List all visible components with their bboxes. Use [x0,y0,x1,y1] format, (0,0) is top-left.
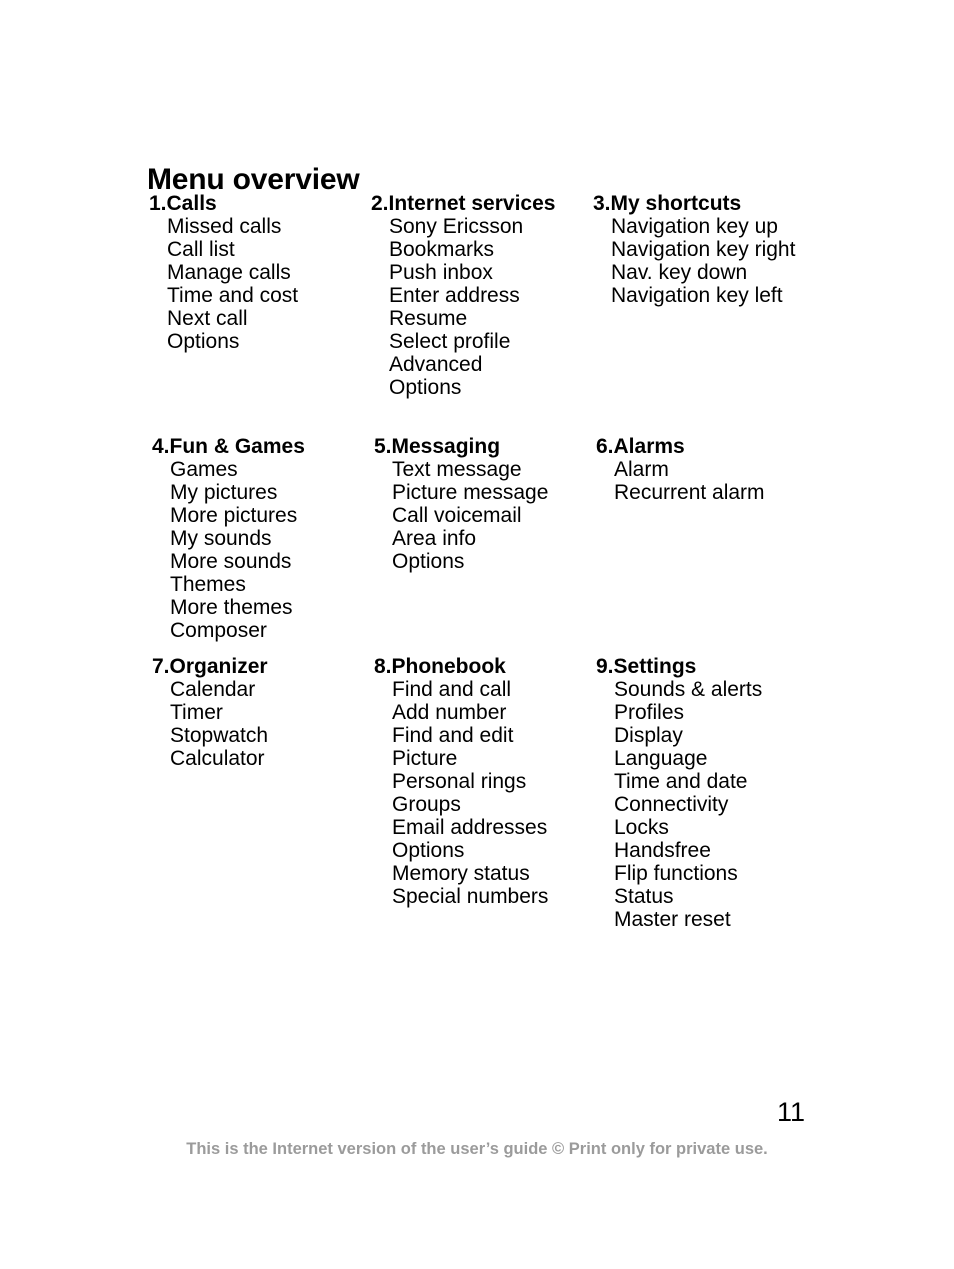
menu-item: Missed calls [167,215,282,238]
menu-item: Time and date [614,770,748,793]
menu-item-list: Find and call Add number Find and edit P… [374,678,589,908]
menu-heading: 7.Organizer [152,655,268,678]
menu-item: More pictures [170,504,298,527]
menu-item: Find and edit [392,724,514,747]
menu-item: Sony Ericsson [389,215,524,238]
menu-item-list: Sounds & alerts Profiles Display Languag… [596,678,886,931]
menu-item: Options [392,839,465,862]
menu-heading: 5.Messaging [374,435,501,458]
menu-item-list: Sony Ericsson Bookmarks Push inbox Enter… [371,215,586,399]
menu-item: More themes [170,596,293,619]
menu-item: Language [614,747,708,770]
menu-item: Navigation key right [611,238,796,261]
menu-column-phonebook: 8.Phonebook Find and call Add number Fin… [374,655,589,908]
menu-item: Navigation key left [611,284,783,307]
menu-item-list: Navigation key up Navigation key right N… [593,215,883,307]
menu-item: Add number [392,701,507,724]
menu-item: Alarm [614,458,669,481]
menu-column-alarms: 6.Alarms Alarm Recurrent alarm [596,435,886,504]
footer-note: This is the Internet version of the user… [186,1140,768,1158]
menu-item: Themes [170,573,246,596]
menu-row: 4.Fun & Games Games My pictures More pic… [0,435,954,655]
menu-item: Options [389,376,462,399]
menu-item: Area info [392,527,477,550]
menu-item: Memory status [392,862,530,885]
menu-item: Next call [167,307,248,330]
menu-heading: 6.Alarms [596,435,685,458]
menu-item: Calendar [170,678,256,701]
menu-column-organizer: 7.Organizer Calendar Timer Stopwatch Cal… [152,655,367,770]
menu-item: Master reset [614,908,731,931]
menu-item: Options [167,330,240,353]
menu-item: Connectivity [614,793,729,816]
menu-heading: 8.Phonebook [374,655,506,678]
menu-item: Text message [392,458,522,481]
page-number: 11 [776,1097,805,1127]
menu-item: Push inbox [389,261,493,284]
menu-item-list: Text message Picture message Call voicem… [374,458,589,573]
menu-item: Advanced [389,353,483,376]
menu-heading: 9.Settings [596,655,697,678]
menu-item: Resume [389,307,468,330]
menu-item-list: Missed calls Call list Manage calls Time… [149,215,364,353]
menu-item: Personal rings [392,770,527,793]
menu-item: Recurrent alarm [614,481,765,504]
menu-heading: 4.Fun & Games [152,435,305,458]
menu-item: More sounds [170,550,292,573]
menu-item: Flip functions [614,862,738,885]
menu-item: Email addresses [392,816,548,839]
menu-column-settings: 9.Settings Sounds & alerts Profiles Disp… [596,655,886,931]
menu-item: Navigation key up [611,215,778,238]
menu-item: Status [614,885,674,908]
menu-column-fun-and-games: 4.Fun & Games Games My pictures More pic… [152,435,367,642]
menu-column-messaging: 5.Messaging Text message Picture message… [374,435,589,573]
menu-row: 1.Calls Missed calls Call list Manage ca… [0,192,954,435]
menu-item: My sounds [170,527,272,550]
menu-item: Sounds & alerts [614,678,763,701]
menu-item-list: Games My pictures More pictures My sound… [152,458,367,642]
menu-item-list: Alarm Recurrent alarm [596,458,886,504]
menu-item: Calculator [170,747,265,770]
menu-item: Groups [392,793,461,816]
menu-item-list: Calendar Timer Stopwatch Calculator [152,678,367,770]
menu-item: Special numbers [392,885,549,908]
menu-item: Locks [614,816,669,839]
menu-item: Find and call [392,678,512,701]
menu-column-my-shortcuts: 3.My shortcuts Navigation key up Navigat… [593,192,883,307]
menu-item: Manage calls [167,261,291,284]
menu-overview-grid: 1.Calls Missed calls Call list Manage ca… [0,192,954,935]
menu-item: Picture [392,747,458,770]
menu-item: Enter address [389,284,520,307]
menu-item: Display [614,724,683,747]
menu-heading: 1.Calls [149,192,217,215]
menu-heading: 3.My shortcuts [593,192,742,215]
menu-item: Handsfree [614,839,711,862]
menu-item: Call list [167,238,235,261]
document-page: Menu overview 1.Calls Missed calls Call … [0,0,954,1269]
menu-item: Profiles [614,701,685,724]
menu-item: Picture message [392,481,549,504]
menu-item: Call voicemail [392,504,522,527]
menu-row: 7.Organizer Calendar Timer Stopwatch Cal… [0,655,954,935]
menu-item: Time and cost [167,284,299,307]
menu-item: My pictures [170,481,278,504]
menu-item: Bookmarks [389,238,495,261]
menu-item: Options [392,550,465,573]
menu-item: Games [170,458,238,481]
menu-column-internet-services: 2.Internet services Sony Ericsson Bookma… [371,192,586,399]
menu-column-calls: 1.Calls Missed calls Call list Manage ca… [149,192,364,353]
menu-item: Nav. key down [611,261,748,284]
menu-heading: 2.Internet services [371,192,556,215]
menu-item: Composer [170,619,267,642]
menu-item: Select profile [389,330,511,353]
menu-item: Stopwatch [170,724,269,747]
menu-item: Timer [170,701,223,724]
